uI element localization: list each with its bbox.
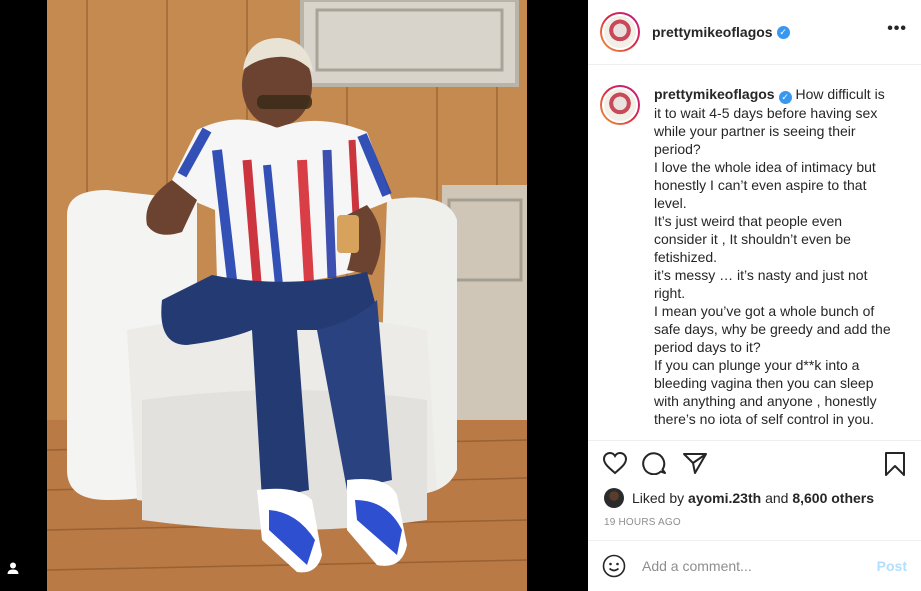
caption-line: period days to it?: [654, 339, 761, 355]
post-actions: Liked by ayomi.23th and 8,600 others 19 …: [588, 440, 921, 540]
caption-line: it to wait 4-5 days before having sex: [654, 105, 878, 121]
author-avatar[interactable]: [600, 12, 640, 52]
caption-line: I mean you’ve got a whole bunch of: [654, 303, 875, 319]
comment-icon[interactable]: [642, 451, 668, 480]
likes-summary: Liked by ayomi.23th and 8,600 others: [604, 488, 874, 508]
user-tag-icon[interactable]: [6, 561, 20, 575]
caption-line: while your partner is seeing their: [654, 123, 856, 139]
caption-line: consider it , It shouldn’t even be: [654, 231, 851, 247]
media-panel: [0, 0, 588, 591]
caption-text: prettymikeoflagos ✓ How difficult is it t…: [654, 85, 894, 428]
share-icon[interactable]: [682, 451, 708, 480]
caption-line: How difficult is: [795, 86, 885, 102]
post-comment-button[interactable]: Post: [877, 558, 907, 574]
caption-line: I love the whole idea of intimacy but: [654, 159, 876, 175]
post-header: prettymikeoflagos ✓ •••: [588, 0, 921, 65]
post-timestamp[interactable]: 19 HOURS AGO: [604, 517, 681, 528]
caption-verified-badge-icon: ✓: [778, 91, 792, 104]
comment-input[interactable]: [642, 558, 877, 574]
liked-by-count[interactable]: 8,600 others: [792, 490, 874, 506]
post-details-panel: prettymikeoflagos ✓ ••• prettymikeoflago…: [588, 0, 921, 591]
post-caption: prettymikeoflagos ✓ How difficult is it t…: [600, 85, 909, 428]
caption-line: level.: [654, 195, 687, 211]
emoji-icon[interactable]: [602, 554, 626, 578]
liked-by-user[interactable]: ayomi.23th: [688, 490, 761, 506]
liked-by-prefix: Liked by: [632, 490, 685, 506]
caption-line: with anything and anyone , honestly: [654, 393, 877, 409]
caption-author-username[interactable]: prettymikeoflagos: [654, 86, 775, 102]
caption-line: bleeding vagina then you can sleep: [654, 375, 874, 391]
caption-line: honestly I can’t even aspire to that: [654, 177, 867, 193]
verified-badge-icon: ✓: [776, 25, 790, 39]
caption-line: it’s messy … it’s nasty and just not: [654, 267, 868, 283]
save-bookmark-icon[interactable]: [883, 451, 907, 482]
caption-line: right.: [654, 285, 686, 301]
comment-bar: Post: [588, 540, 921, 591]
caption-line: safe days, why be greedy and add the: [654, 321, 891, 337]
caption-line: If you can plunge your d**k into a: [654, 357, 860, 373]
more-options-icon[interactable]: •••: [887, 20, 907, 38]
author-username[interactable]: prettymikeoflagos: [652, 24, 773, 40]
caption-line: It’s just weird that people even: [654, 213, 843, 229]
liked-by-and: and: [765, 490, 789, 506]
caption-line: there’s no iota of self control in you.: [654, 411, 874, 427]
post-photo[interactable]: [47, 0, 527, 591]
caption-line: period?: [654, 141, 701, 157]
like-heart-icon[interactable]: [602, 451, 628, 480]
caption-author-avatar[interactable]: [600, 85, 640, 125]
caption-line: fetishized.: [654, 249, 718, 265]
liker-avatar[interactable]: [604, 488, 624, 508]
